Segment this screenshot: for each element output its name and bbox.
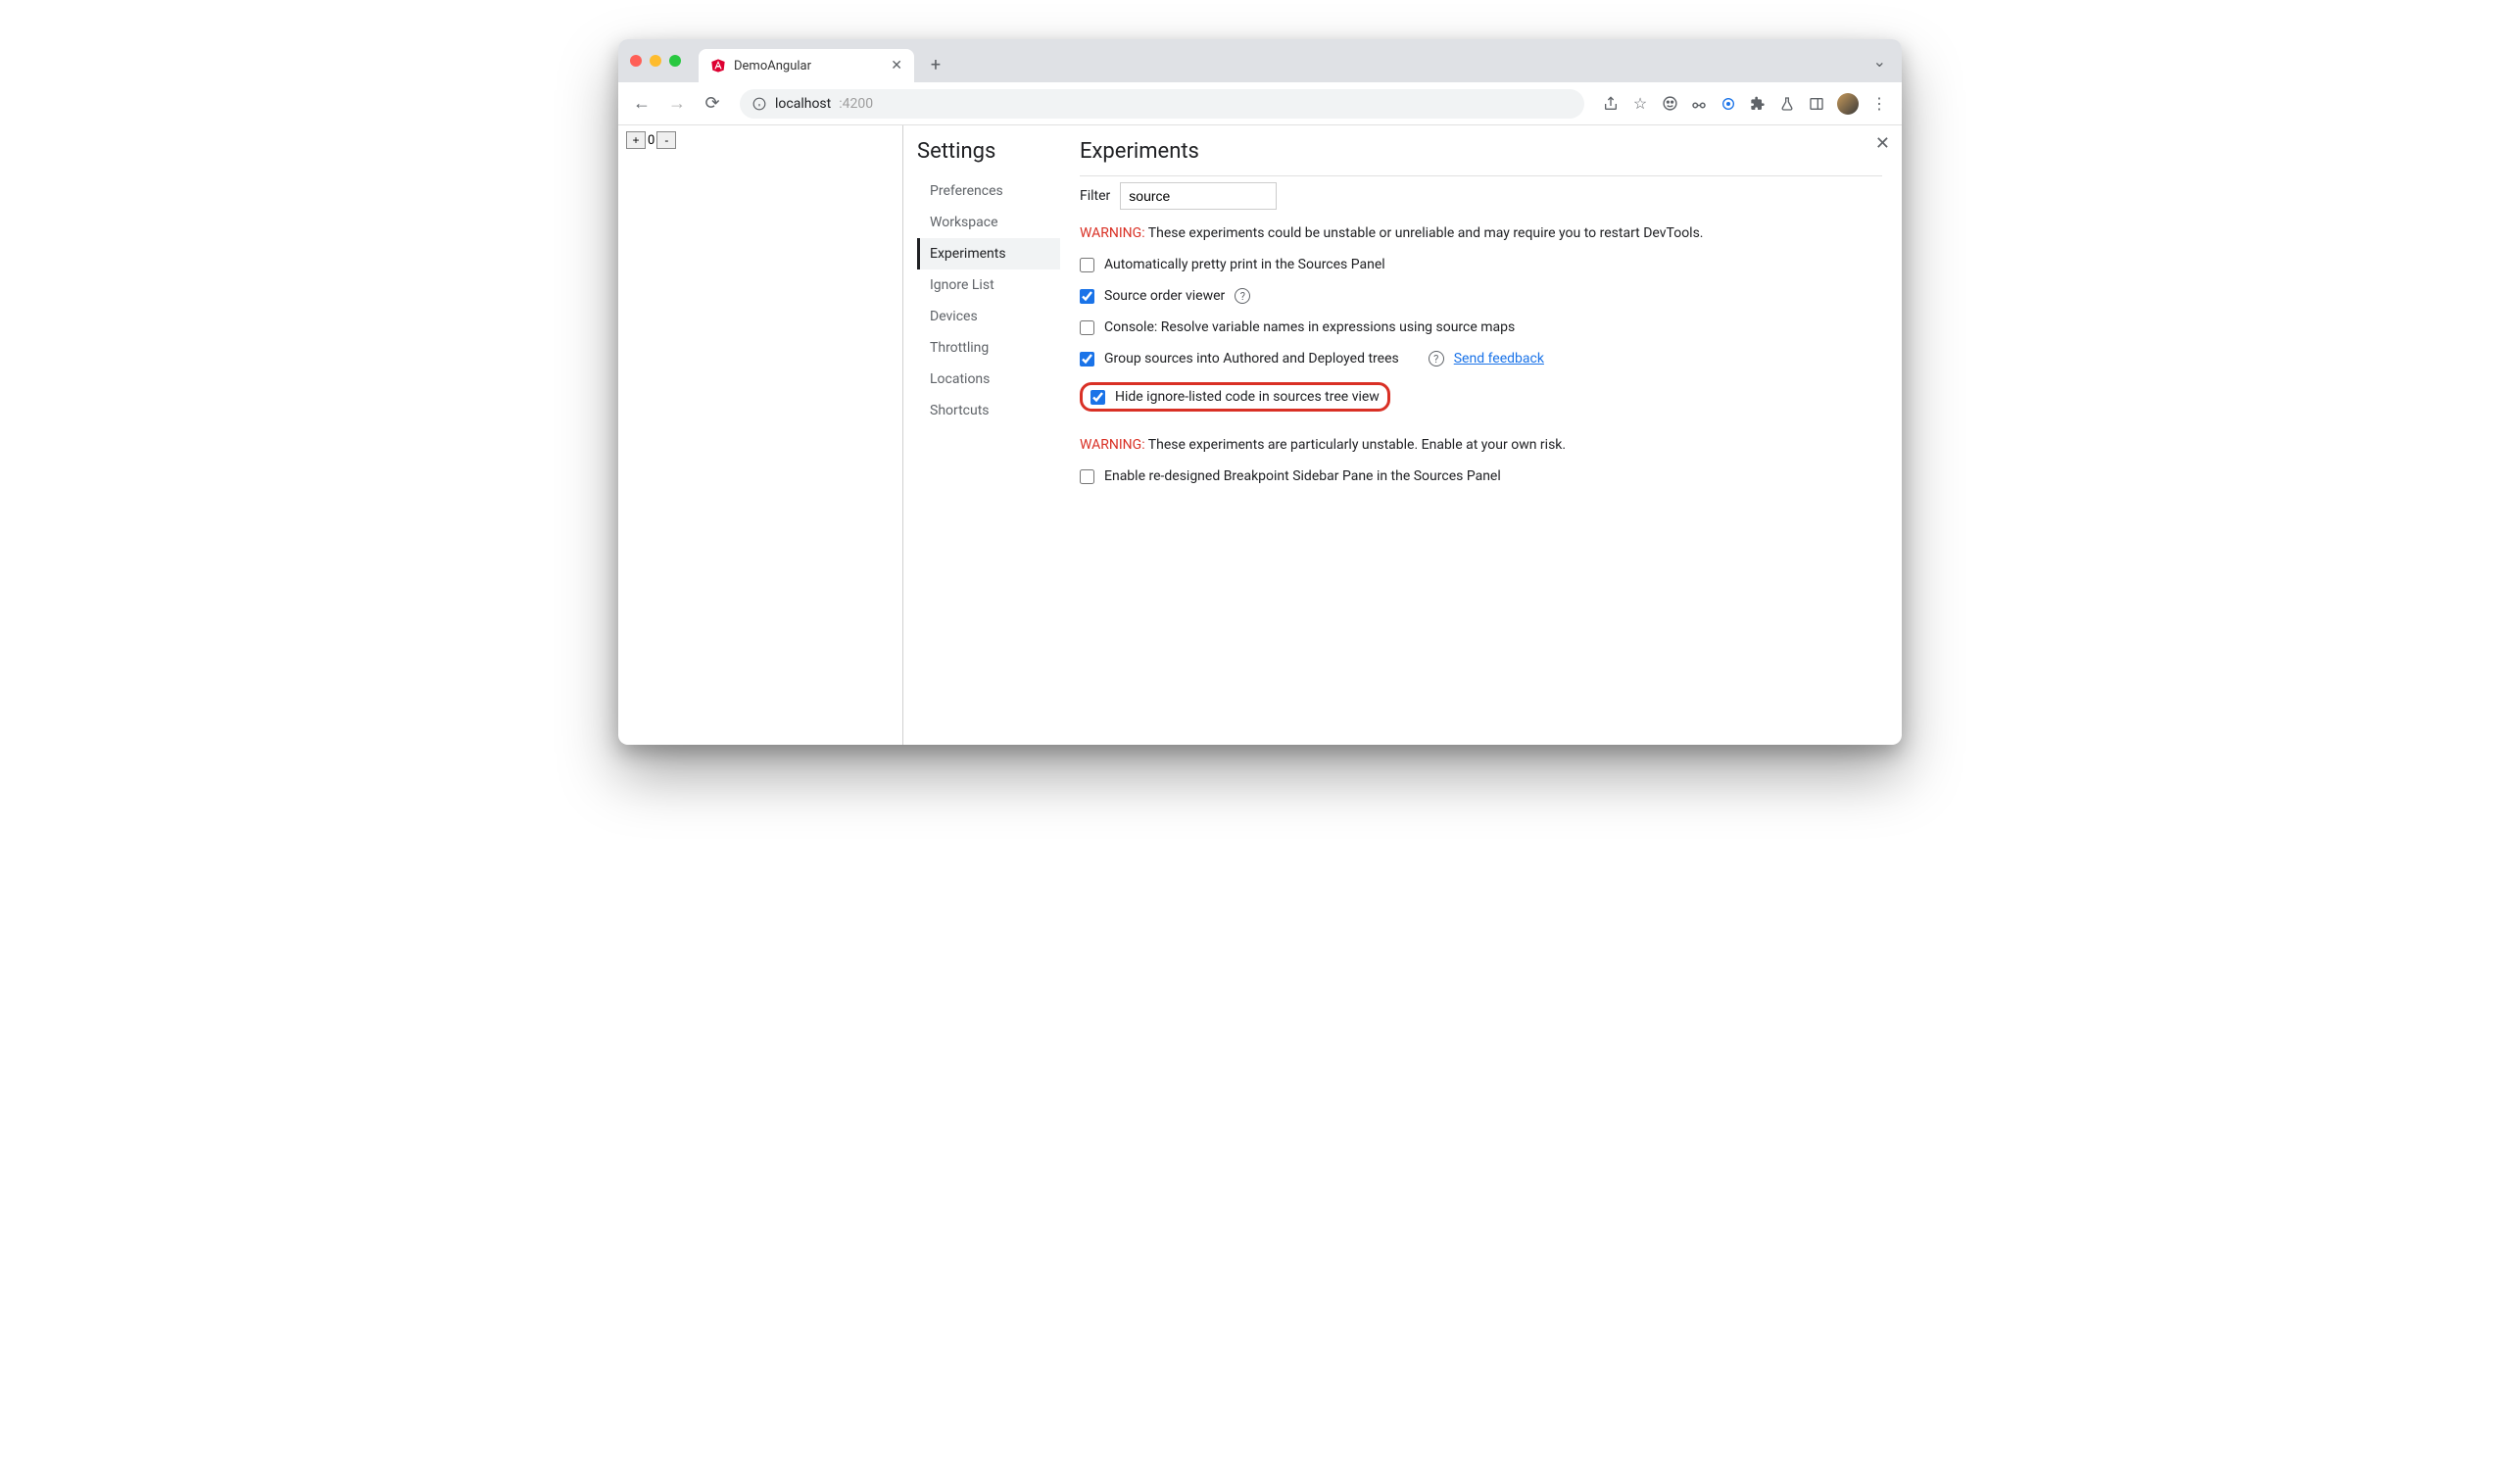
experiment-checkbox[interactable]	[1080, 320, 1094, 335]
experiments-heading: Experiments	[1080, 139, 1882, 164]
window-close-button[interactable]	[630, 55, 642, 67]
browser-tab[interactable]: DemoAngular ✕	[699, 49, 914, 82]
incognito-icon[interactable]	[1661, 95, 1678, 113]
experiment-checkbox[interactable]	[1080, 289, 1094, 304]
sidebar-item-preferences[interactable]: Preferences	[917, 175, 1060, 207]
forward-button[interactable]: →	[663, 90, 691, 118]
sidebar-item-locations[interactable]: Locations	[917, 364, 1060, 395]
toolbar-actions: ☆ ⋮	[1598, 93, 1892, 115]
experiment-label: Automatically pretty print in the Source…	[1104, 257, 1385, 272]
traffic-lights	[630, 55, 681, 67]
filter-row: Filter	[1080, 175, 1882, 216]
glasses-icon[interactable]	[1690, 95, 1708, 113]
experiment-console-resolve-names: Console: Resolve variable names in expre…	[1080, 312, 1882, 343]
tab-close-icon[interactable]: ✕	[891, 58, 902, 73]
filter-input[interactable]	[1120, 182, 1277, 210]
experiment-checkbox[interactable]	[1080, 258, 1094, 272]
window-minimize-button[interactable]	[650, 55, 661, 67]
experiment-source-order-viewer: Source order viewer ?	[1080, 280, 1882, 312]
warning-text: These experiments could be unstable or u…	[1145, 225, 1704, 241]
settings-sidebar: Settings Preferences Workspace Experimen…	[903, 125, 1060, 745]
experiment-hide-ignore-listed: Hide ignore-listed code in sources tree …	[1080, 374, 1882, 419]
bookmark-star-icon[interactable]: ☆	[1631, 95, 1649, 113]
settings-title: Settings	[917, 139, 1060, 164]
highlighted-experiment: Hide ignore-listed code in sources tree …	[1080, 382, 1390, 412]
experiment-label: Source order viewer	[1104, 288, 1225, 304]
reload-button[interactable]: ⟳	[699, 90, 726, 118]
experiment-label: Hide ignore-listed code in sources tree …	[1115, 389, 1380, 405]
warning-particularly-unstable: WARNING: These experiments are particula…	[1080, 437, 1882, 453]
tab-bar: DemoAngular ✕ + ⌄	[618, 39, 1902, 82]
sidebar-item-throttling[interactable]: Throttling	[917, 332, 1060, 364]
address-bar[interactable]: localhost :4200	[740, 89, 1584, 119]
browser-toolbar: ← → ⟳ localhost :4200 ☆ ⋮	[618, 82, 1902, 125]
address-host: localhost	[775, 96, 831, 112]
sidebar-item-devices[interactable]: Devices	[917, 301, 1060, 332]
help-icon[interactable]: ?	[1235, 288, 1250, 304]
experiment-label: Console: Resolve variable names in expre…	[1104, 319, 1515, 335]
side-panel-icon[interactable]	[1808, 95, 1825, 113]
counter-value: 0	[646, 133, 656, 148]
content-area: + 0 - ✕ Settings Preferences Workspace E…	[618, 125, 1902, 745]
kebab-menu-icon[interactable]: ⋮	[1870, 95, 1888, 113]
experiment-checkbox[interactable]	[1090, 390, 1105, 405]
share-icon[interactable]	[1602, 95, 1620, 113]
send-feedback-link[interactable]: Send feedback	[1454, 351, 1544, 366]
warning-prefix: WARNING:	[1080, 437, 1145, 453]
counter-widget: + 0 -	[626, 131, 895, 149]
settings-main: Experiments Filter WARNING: These experi…	[1060, 125, 1902, 745]
filter-label: Filter	[1080, 188, 1110, 204]
location-dot-icon[interactable]	[1720, 95, 1737, 113]
tab-title: DemoAngular	[734, 59, 811, 73]
experiment-checkbox[interactable]	[1080, 469, 1094, 484]
counter-decrement-button[interactable]: -	[656, 131, 676, 149]
browser-window: DemoAngular ✕ + ⌄ ← → ⟳ localhost :4200 ☆…	[618, 39, 1902, 745]
warning-prefix: WARNING:	[1080, 225, 1145, 241]
address-port: :4200	[839, 96, 873, 112]
help-icon[interactable]: ?	[1429, 351, 1444, 366]
back-button[interactable]: ←	[628, 90, 655, 118]
experiment-label: Group sources into Authored and Deployed…	[1104, 351, 1399, 366]
profile-avatar[interactable]	[1837, 93, 1859, 115]
site-info-icon[interactable]	[751, 96, 767, 112]
labs-flask-icon[interactable]	[1778, 95, 1796, 113]
sidebar-item-shortcuts[interactable]: Shortcuts	[917, 395, 1060, 426]
counter-increment-button[interactable]: +	[626, 131, 646, 149]
warning-text: These experiments are particularly unsta…	[1145, 437, 1566, 453]
experiment-pretty-print: Automatically pretty print in the Source…	[1080, 249, 1882, 280]
window-maximize-button[interactable]	[669, 55, 681, 67]
experiment-breakpoint-sidebar: Enable re-designed Breakpoint Sidebar Pa…	[1080, 461, 1882, 492]
warning-unstable: WARNING: These experiments could be unst…	[1080, 225, 1882, 241]
new-tab-button[interactable]: +	[922, 51, 949, 78]
experiment-label: Enable re-designed Breakpoint Sidebar Pa…	[1104, 468, 1501, 484]
sidebar-item-workspace[interactable]: Workspace	[917, 207, 1060, 238]
sidebar-item-ignore-list[interactable]: Ignore List	[917, 269, 1060, 301]
extensions-puzzle-icon[interactable]	[1749, 95, 1767, 113]
angular-favicon-icon	[710, 58, 726, 73]
webpage-viewport: + 0 -	[618, 125, 902, 745]
close-settings-icon[interactable]: ✕	[1875, 133, 1890, 154]
sidebar-item-experiments[interactable]: Experiments	[917, 238, 1060, 269]
tabs-dropdown-icon[interactable]: ⌄	[1873, 52, 1886, 71]
experiment-group-authored-deployed: Group sources into Authored and Deployed…	[1080, 343, 1882, 374]
experiment-checkbox[interactable]	[1080, 352, 1094, 366]
devtools-settings-panel: ✕ Settings Preferences Workspace Experim…	[902, 125, 1902, 745]
